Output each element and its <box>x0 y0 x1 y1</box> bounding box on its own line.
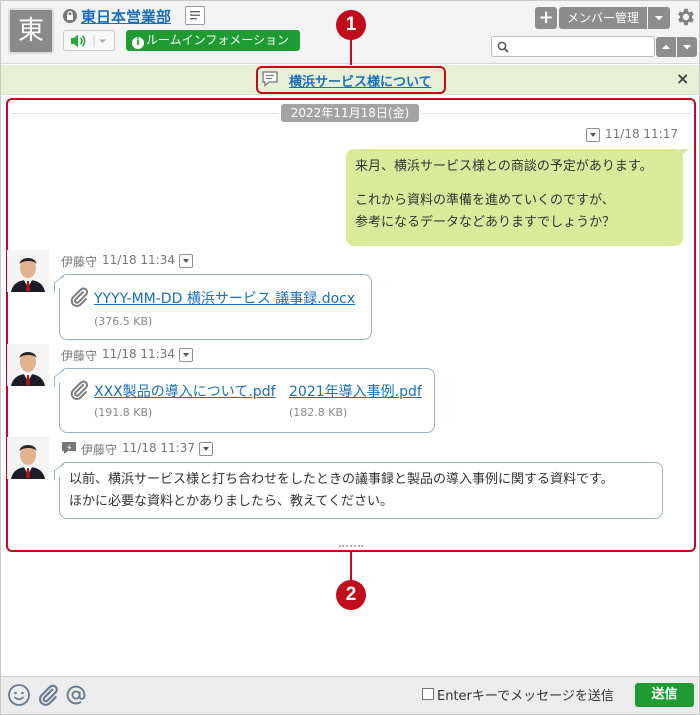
annotation-badge-2: 2 <box>336 580 366 610</box>
search-next-button[interactable] <box>677 37 697 57</box>
annotation-badge-1: 1 <box>336 10 366 40</box>
message-line: ほかに必要な資料とかありましたら、教えてください。 <box>69 494 393 509</box>
search-input[interactable] <box>512 38 650 55</box>
date-separator: 2022年11月18日(金) <box>281 104 419 122</box>
message-timestamp: 11/18 11:34 <box>102 253 175 267</box>
emoji-icon[interactable] <box>7 683 31 707</box>
send-button[interactable]: 送信 <box>635 683 694 707</box>
message-timestamp: 11/18 11:34 <box>102 347 175 361</box>
file-size: (191.8 KB) <box>94 406 153 419</box>
message-line: これから資料の準備を進めていくのですが、 <box>355 193 615 208</box>
author-avatar[interactable] <box>7 437 49 479</box>
room-info-label: ルームインフォメーション <box>146 33 290 47</box>
annotation-connector-2 <box>350 552 352 582</box>
file-link[interactable]: YYYY-MM-DD 横浜サービス 議事録.docx <box>94 288 355 308</box>
search-icon <box>497 41 509 53</box>
chat-window: 東 東日本営業部 i ルームインフォメーション + メンバー管理 横浜サービス様… <box>0 0 700 715</box>
message-timestamp: 11/18 11:17 <box>605 127 678 141</box>
info-icon: i <box>132 37 144 49</box>
file-size: (376.5 KB) <box>94 315 153 328</box>
reply-icon <box>62 442 76 454</box>
author-avatar[interactable] <box>7 344 49 386</box>
date-divider-line <box>11 113 279 114</box>
message-line: 来月、横浜サービス様との商談の予定があります。 <box>355 159 653 174</box>
file-link[interactable]: 2021年導入事例.pdf <box>289 381 422 401</box>
memo-icon[interactable] <box>185 6 205 25</box>
notification-sound-toggle[interactable] <box>63 30 115 51</box>
enter-to-send-label[interactable]: Enterキーでメッセージを送信 <box>437 685 614 704</box>
member-dropdown-button[interactable] <box>648 7 670 29</box>
file-link[interactable]: XXX製品の導入について.pdf <box>94 381 276 401</box>
annotation-connector-1 <box>350 39 352 65</box>
search-prev-button[interactable] <box>656 37 676 57</box>
message-menu-button[interactable] <box>179 348 193 362</box>
my-message-bubble: 来月、横浜サービス様との商談の予定があります。 これから資料の準備を進めていくの… <box>346 149 683 246</box>
room-title[interactable]: 東日本営業部 <box>81 6 171 27</box>
message-line: 以前、横浜サービス様と打ち合わせをしたときの議事録と製品の導入事例に関する資料で… <box>69 472 614 487</box>
resize-handle[interactable] <box>339 545 363 548</box>
message-author: 伊藤守 <box>61 349 98 363</box>
message-menu-button[interactable] <box>586 128 600 142</box>
message-author: 伊藤守 <box>81 443 118 457</box>
date-divider-line <box>421 113 691 114</box>
message-line: 参考になるデータなどありますでしょうか？ <box>355 215 616 230</box>
lock-icon <box>63 9 77 23</box>
message-menu-button[interactable] <box>199 442 213 456</box>
message-author: 伊藤守 <box>61 255 98 269</box>
search-box <box>491 36 655 57</box>
enter-to-send-checkbox[interactable] <box>422 688 434 700</box>
mention-icon[interactable] <box>64 683 88 707</box>
paperclip-icon <box>70 287 89 307</box>
room-avatar[interactable]: 東 <box>8 8 54 54</box>
message-timestamp: 11/18 11:37 <box>122 441 195 455</box>
topic-link[interactable]: 横浜サービス様について <box>289 71 432 90</box>
member-management-button[interactable]: メンバー管理 <box>559 7 647 29</box>
gear-icon[interactable] <box>674 6 696 28</box>
file-size: (182.8 KB) <box>289 406 348 419</box>
paperclip-icon <box>70 380 89 400</box>
close-topic-icon[interactable]: × <box>676 69 689 88</box>
room-info-button[interactable]: i ルームインフォメーション <box>126 30 300 51</box>
attachment-icon[interactable] <box>36 683 60 707</box>
author-avatar[interactable] <box>7 250 49 292</box>
message-menu-button[interactable] <box>179 254 193 268</box>
topic-icon <box>262 71 278 87</box>
add-button[interactable]: + <box>535 7 557 29</box>
